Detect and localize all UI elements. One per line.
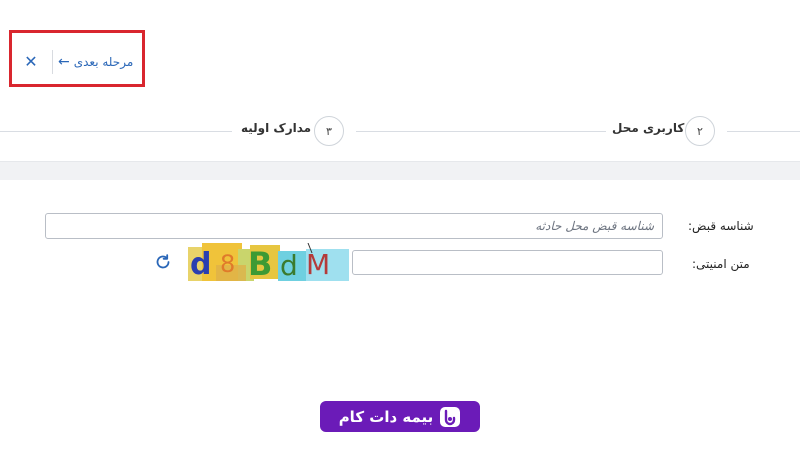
svg-text:d: d bbox=[280, 249, 298, 281]
svg-text:d: d bbox=[190, 247, 211, 281]
step-label: مدارک اولیه bbox=[241, 121, 312, 135]
step-connector bbox=[0, 131, 232, 132]
step-number-circle: ۳ bbox=[314, 116, 344, 146]
next-step-label: مرحله بعدی bbox=[73, 55, 134, 69]
step-number: ۲ bbox=[697, 124, 703, 138]
step-label: کاربری محل bbox=[612, 121, 685, 135]
step-number: ۳ bbox=[326, 124, 332, 138]
close-icon: ✕ bbox=[24, 52, 38, 71]
svg-text:B: B bbox=[248, 245, 272, 281]
section-separator bbox=[0, 161, 800, 180]
receipt-id-input[interactable] bbox=[45, 213, 663, 239]
next-step-button[interactable]: مرحله بعدی ← bbox=[58, 50, 138, 74]
captcha-image: d 8 B d M bbox=[188, 243, 349, 281]
step-number-circle: ۲ bbox=[685, 116, 715, 146]
receipt-id-label: شناسه قبض: bbox=[688, 219, 754, 233]
svg-text:8: 8 bbox=[220, 250, 235, 278]
brand-name: بیمه دات کام bbox=[338, 407, 434, 426]
captcha-label: متن امنیتی: bbox=[692, 257, 750, 271]
svg-text:M: M bbox=[306, 248, 330, 281]
toolbar-divider bbox=[52, 50, 53, 74]
close-button[interactable]: ✕ bbox=[22, 52, 40, 72]
step-connector bbox=[356, 131, 606, 132]
brand-logo-icon bbox=[440, 406, 461, 427]
captcha-input[interactable] bbox=[352, 250, 663, 275]
arrow-left-icon: ← bbox=[58, 54, 70, 70]
step-connector bbox=[727, 131, 800, 132]
brand-badge: بیمه دات کام bbox=[320, 401, 480, 432]
refresh-icon[interactable] bbox=[154, 253, 172, 271]
page: ✕ مرحله بعدی ← ۲ کاربری محل ۳ مدارک اولی… bbox=[0, 0, 800, 450]
